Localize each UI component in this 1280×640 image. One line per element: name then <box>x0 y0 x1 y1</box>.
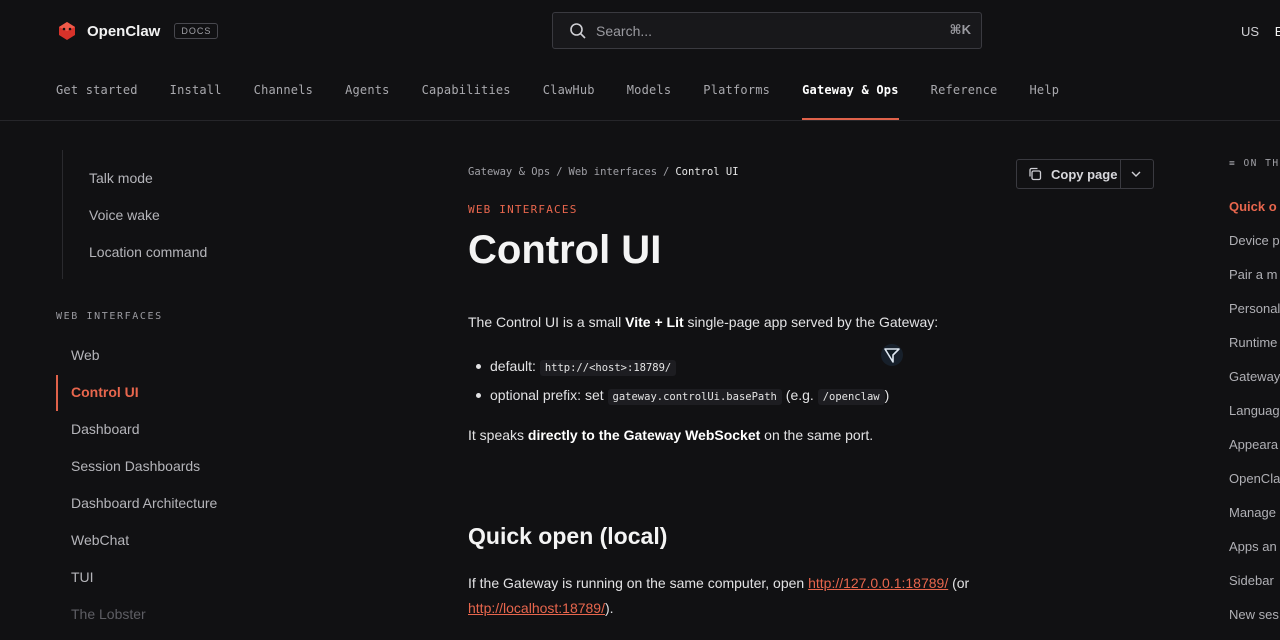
toc-item[interactable]: Pair a m <box>1229 266 1280 300</box>
sidebar-item-talk-mode[interactable]: Talk mode <box>89 168 296 205</box>
sidebar-list: Web Control UI Dashboard Session Dashboa… <box>56 342 296 638</box>
page-eyebrow: WEB INTERFACES <box>468 203 578 216</box>
list-item: default: http://<host>:18789/ <box>476 355 889 384</box>
breadcrumb: Gateway & Ops / Web interfaces / Control UI <box>468 166 739 178</box>
sidebar-item-the-lobster[interactable]: The Lobster <box>56 601 296 638</box>
brand-logo[interactable]: OpenClaw DOCS <box>56 20 219 42</box>
chevron-down-icon[interactable] <box>1130 168 1142 180</box>
nav-channels[interactable]: Channels <box>254 80 313 120</box>
paragraph-text-mid: (or <box>948 575 970 591</box>
list-icon: ≡ <box>1229 158 1244 169</box>
inline-code: http://<host>:18789/ <box>539 360 677 376</box>
toc-item[interactable]: OpenCla <box>1229 470 1280 504</box>
mouse-cursor-icon <box>881 344 903 366</box>
copy-page-label: Copy page <box>1051 166 1118 182</box>
list-item: optional prefix: set gateway.controlUi.b… <box>476 384 889 413</box>
sidebar-item-location-command[interactable]: Location command <box>89 242 296 279</box>
top-nav: Get started Install Channels Agents Capa… <box>56 80 1091 120</box>
page-title: Control UI <box>468 228 662 272</box>
copy-icon <box>1029 167 1042 181</box>
sidebar-item-tui[interactable]: TUI <box>56 564 296 601</box>
nav-reference[interactable]: Reference <box>931 80 998 120</box>
nav-help[interactable]: Help <box>1029 80 1059 120</box>
intro-text: The Control UI is a small <box>468 314 626 330</box>
toc-item[interactable]: Apps an <box>1229 538 1280 572</box>
nav-clawhub[interactable]: ClawHub <box>543 80 595 120</box>
intro-paragraph: The Control UI is a small Vite + Lit sin… <box>468 314 938 330</box>
sidebar-item-webchat[interactable]: WebChat <box>56 527 296 564</box>
breadcrumb-gateway-ops[interactable]: Gateway & Ops <box>468 166 550 178</box>
toc-item[interactable]: Sidebar <box>1229 572 1280 606</box>
locale-selector[interactable]: US En <box>1241 24 1280 39</box>
nav-gateway-ops[interactable]: Gateway & Ops <box>802 80 899 120</box>
search-icon <box>570 22 586 39</box>
search-input[interactable]: Search... ⌘K <box>552 12 982 49</box>
nav-capabilities[interactable]: Capabilities <box>422 80 511 120</box>
toc-heading-label: ON TH <box>1243 158 1280 169</box>
toc-heading: ≡ ON TH <box>1229 158 1280 169</box>
link-127-0-0-1[interactable]: http://127.0.0.1:18789/ <box>808 575 948 591</box>
copy-page-button[interactable]: Copy page <box>1016 159 1154 189</box>
bullet-label: optional prefix: set <box>490 387 608 403</box>
nav-get-started[interactable]: Get started <box>56 80 138 120</box>
breadcrumb-web-interfaces[interactable]: Web interfaces <box>569 166 658 178</box>
search-placeholder: Search... <box>596 22 653 39</box>
paragraph-text: If the Gateway is running on the same co… <box>468 575 809 591</box>
toc-item[interactable]: Quick o <box>1229 198 1280 232</box>
toc-list: Quick o Device p Pair a m Personal Runti… <box>1229 198 1280 640</box>
websocket-paragraph: It speaks directly to the Gateway WebSoc… <box>468 427 873 443</box>
section-heading-quick-open: Quick open (local) <box>468 523 668 549</box>
sidebar-item-dashboard[interactable]: Dashboard <box>56 416 296 453</box>
brand-name: OpenClaw <box>87 22 161 40</box>
paragraph-bold: directly to the Gateway WebSocket <box>527 427 761 443</box>
toc-item[interactable]: Device p <box>1229 232 1280 266</box>
link-localhost[interactable]: http://localhost:18789/ <box>468 600 605 616</box>
nav-agents[interactable]: Agents <box>345 80 390 120</box>
paragraph-text-end: on the same port. <box>760 427 874 443</box>
sidebar-item-control-ui[interactable]: Control UI <box>56 375 296 416</box>
bullet-list: default: http://<host>:18789/ optional p… <box>476 355 889 413</box>
paragraph-text-end: ). <box>605 600 614 616</box>
toc-item[interactable]: New ses <box>1229 606 1280 640</box>
intro-bold: Vite + Lit <box>625 314 684 330</box>
sidebar-item-voice-wake[interactable]: Voice wake <box>89 205 296 242</box>
breadcrumb-separator: / <box>556 166 563 178</box>
bullet-mid: (e.g. <box>781 387 818 403</box>
toc-item[interactable]: Manage <box>1229 504 1280 538</box>
breadcrumb-separator: / <box>663 166 670 178</box>
nav-models[interactable]: Models <box>627 80 672 120</box>
locale-region: US <box>1241 24 1260 39</box>
sidebar-sub-group: Talk mode Voice wake Location command <box>62 150 296 279</box>
sidebar: Talk mode Voice wake Location command WE… <box>56 150 296 622</box>
quick-open-paragraph: If the Gateway is running on the same co… <box>468 571 1068 621</box>
intro-text-end: single-page app served by the Gateway: <box>683 314 939 330</box>
bullet-end: ) <box>884 387 890 403</box>
inline-code: gateway.controlUi.basePath <box>607 389 782 405</box>
top-header: OpenClaw DOCS Search... ⌘K US En Get sta… <box>0 0 1280 121</box>
paragraph-text: It speaks <box>468 427 528 443</box>
toc-item[interactable]: Runtime <box>1229 334 1280 368</box>
search-shortcut: ⌘K <box>949 22 971 37</box>
sidebar-item-dashboard-architecture[interactable]: Dashboard Architecture <box>56 490 296 527</box>
toc-item[interactable]: Appeara <box>1229 436 1280 470</box>
locale-language: En <box>1274 24 1280 39</box>
bullet-label: default: <box>490 358 540 374</box>
table-of-contents: ≡ ON TH Quick o Device p Pair a m Person… <box>1229 158 1280 622</box>
docs-badge: DOCS <box>174 23 219 39</box>
sidebar-item-session-dashboards[interactable]: Session Dashboards <box>56 453 296 490</box>
copy-page-divider <box>1120 160 1121 188</box>
sidebar-item-web[interactable]: Web <box>56 342 296 379</box>
toc-item[interactable]: Languag <box>1229 402 1280 436</box>
breadcrumb-current: Control UI <box>675 166 739 178</box>
nav-install[interactable]: Install <box>170 80 222 120</box>
inline-code: /openclaw <box>817 389 885 405</box>
toc-item[interactable]: Personal <box>1229 300 1280 334</box>
toc-item[interactable]: Gateway <box>1229 368 1280 402</box>
lobster-logo-icon <box>59 22 75 40</box>
nav-platforms[interactable]: Platforms <box>703 80 770 120</box>
sidebar-section-label: WEB INTERFACES <box>56 311 163 322</box>
